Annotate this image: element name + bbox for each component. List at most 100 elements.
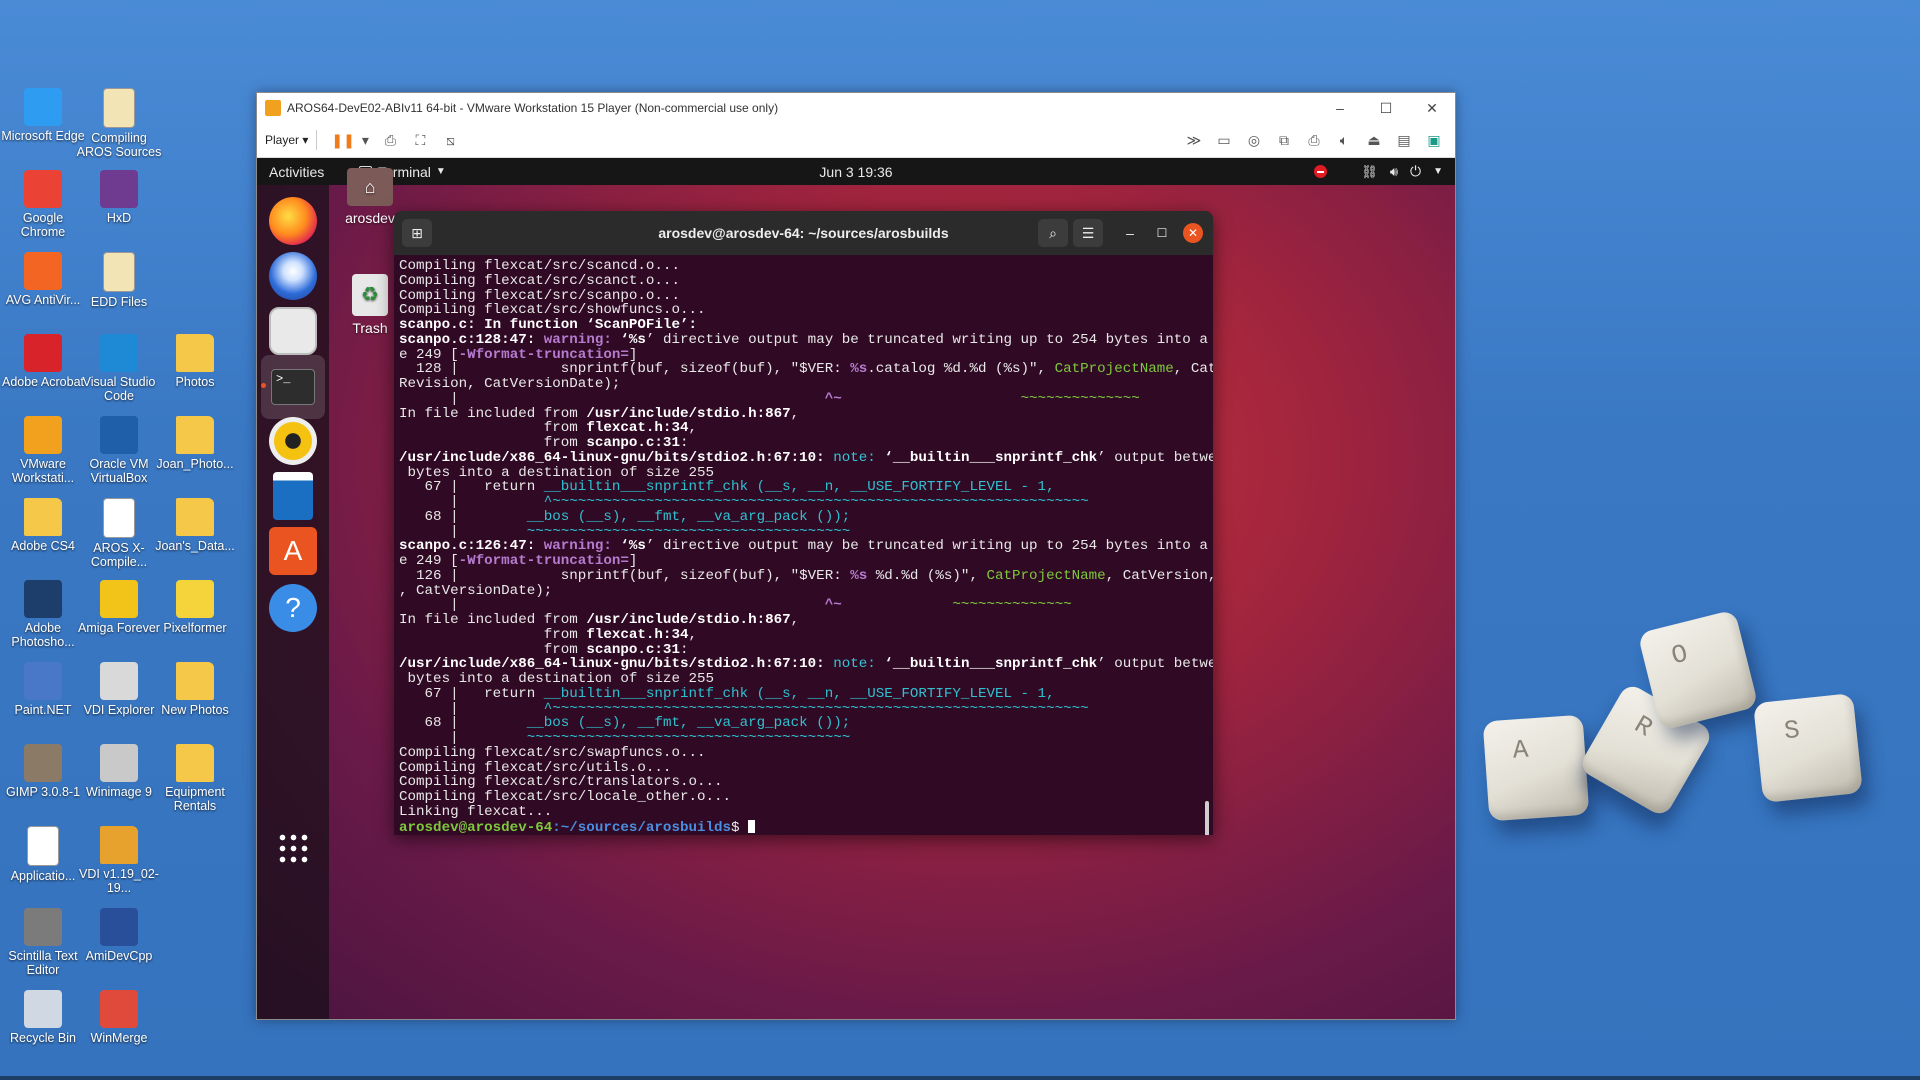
terminal-line: | ^~~~~~~~~~~~~~~~~~~~~~~~~~~~~~~~~~~~~~… — [399, 495, 1213, 510]
unity-icon[interactable]: ⧅ — [441, 132, 459, 148]
desktop-icon[interactable]: VDI v1.19_02-19... — [76, 826, 162, 895]
desktop-icon[interactable]: Amiga Forever — [76, 580, 162, 635]
desktop-icon[interactable]: HxD — [76, 170, 162, 225]
close-button[interactable]: ✕ — [1409, 100, 1455, 117]
desktop-icon[interactable]: Recycle Bin — [0, 990, 86, 1045]
desktop-icon[interactable]: Visual Studio Code — [76, 334, 162, 403]
send-ctrl-alt-del-icon[interactable]: ⎙ — [381, 132, 399, 148]
close-button[interactable]: ✕ — [1183, 223, 1203, 243]
rhythmbox-icon[interactable] — [269, 417, 317, 465]
desktop-icon[interactable]: AVG AntiVir... — [0, 252, 86, 307]
desktop-icon[interactable]: Microsoft Edge — [0, 88, 86, 143]
power-icon[interactable]: ⏻ — [1410, 163, 1421, 180]
acrobat-icon — [24, 334, 62, 372]
desktop-icon[interactable]: Pixelformer — [152, 580, 238, 635]
terminal-output[interactable]: Compiling flexcat/src/scancd.o... Compili… — [394, 255, 1213, 835]
new-tab-button[interactable]: ⊞ — [402, 219, 432, 247]
terminal-glyph: >_ — [271, 369, 315, 405]
floppy-icon[interactable]: ▤ — [1395, 132, 1413, 148]
desktop-icon[interactable]: Adobe CS4 — [0, 498, 86, 553]
desktop-icon[interactable]: Adobe Photosho... — [0, 580, 86, 649]
desktop-icon-label: VDI Explorer — [83, 703, 155, 717]
desktop-icon[interactable]: Joan_Photo... — [152, 416, 238, 471]
terminal-text: : — [679, 435, 689, 451]
desktop-icon[interactable]: VMware Workstati... — [0, 416, 86, 485]
vmware-titlebar[interactable]: AROS64-DevE02-ABIv11 64-bit - VMware Wor… — [257, 93, 1455, 123]
hard-disk-icon[interactable]: ▭ — [1215, 132, 1233, 148]
network-icon[interactable]: ⛓ — [1361, 164, 1378, 180]
terminal-icon[interactable]: >_ — [261, 355, 325, 419]
desktop-icon[interactable]: Joan's_Data... — [152, 498, 238, 553]
terminal-text: Compiling flexcat/src/scanpo.o... — [399, 287, 680, 304]
sound-card-icon[interactable]: 🔈︎ — [1335, 132, 1353, 148]
network-adapter-icon[interactable]: ⧉ — [1275, 132, 1293, 148]
vmware-logo-icon — [265, 100, 281, 116]
vmware-window[interactable]: AROS64-DevE02-ABIv11 64-bit - VMware Wor… — [256, 92, 1456, 1020]
help-icon[interactable]: ? — [269, 584, 317, 632]
desktop-icon[interactable]: Oracle VM VirtualBox — [76, 416, 162, 485]
maximize-button[interactable]: ☐ — [1363, 100, 1409, 117]
desktop-icon[interactable]: Paint.NET — [0, 662, 86, 717]
terminal-text: | — [399, 730, 527, 746]
maximize-button[interactable]: ☐ — [1151, 226, 1173, 240]
desktop-icon[interactable]: Applicatio... — [0, 826, 86, 883]
cd-drive-icon[interactable]: ◎ — [1245, 132, 1263, 148]
terminal-text: Compiling flexcat/src/swapfuncs.o... — [399, 744, 706, 761]
search-icon[interactable]: ⌕ — [1038, 219, 1068, 247]
terminal-text: ‘ScanPOFile’ — [586, 317, 689, 333]
desktop-icon[interactable]: Winimage 9 — [76, 744, 162, 799]
desktop-icon[interactable]: Equipment Rentals — [152, 744, 238, 813]
printer-icon[interactable]: ⎙ — [1305, 132, 1323, 148]
terminal-line: Compiling flexcat/src/translators.o... — [399, 775, 1213, 790]
more-devices-icon[interactable]: ≫ — [1185, 132, 1203, 148]
libreoffice-writer-icon[interactable] — [273, 472, 313, 520]
hamburger-menu-icon[interactable]: ☰ — [1073, 219, 1103, 247]
ubuntu-guest-screen[interactable]: Activities Terminal ▼ Jun 3 19:36 ⛓ 🔊︎ ⏻… — [257, 158, 1455, 1019]
desktop-icon[interactable]: WinMerge — [76, 990, 162, 1045]
desktop-icon[interactable]: Photos — [152, 334, 238, 389]
desktop-icon[interactable]: Google Chrome — [0, 170, 86, 239]
terminal-text: %s — [850, 361, 868, 378]
desktop-icon[interactable]: Adobe Acrobat — [0, 334, 86, 389]
desktop-icon[interactable]: Compiling AROS Sources — [76, 88, 162, 159]
thunderbird-icon[interactable] — [269, 252, 317, 300]
desktop-icon[interactable]: Scintilla Text Editor — [0, 908, 86, 977]
desktop-icon-label: Winimage 9 — [86, 785, 152, 799]
desktop-icon[interactable]: AROS X-Compile... — [76, 498, 162, 569]
desktop-icon[interactable]: EDD Files — [76, 252, 162, 309]
volume-icon[interactable]: 🔊︎ — [1390, 164, 1398, 180]
desktop-icon[interactable]: New Photos — [152, 662, 238, 717]
prompt-symbol: $ — [731, 819, 749, 835]
desktop-icon[interactable]: VDI Explorer — [76, 662, 162, 717]
usb-device-icon[interactable]: ⏏ — [1365, 132, 1383, 148]
pause-icon[interactable]: ❚❚ — [331, 132, 354, 148]
firefox-icon[interactable] — [269, 197, 317, 245]
player-menu[interactable]: Player ▾ — [265, 133, 308, 147]
desktop-icon-label: VDI v1.19_02-19... — [79, 867, 159, 895]
do-not-disturb-icon[interactable] — [1314, 165, 1328, 178]
fullscreen-icon[interactable]: ⛶ — [411, 132, 429, 148]
minimize-button[interactable]: – — [1317, 100, 1363, 117]
files-icon[interactable] — [269, 307, 317, 355]
terminal-text: ^~~~~~~~~~~~~~~~~~~~~~~~~~~~~~~~~~~~~~~~… — [543, 494, 1089, 510]
chevron-down-icon[interactable]: ▼ — [1433, 166, 1443, 177]
software-center-icon[interactable]: A — [269, 527, 317, 575]
terminal-prompt[interactable]: arosdev@arosdev-64:~/sources/arosbuilds$ — [399, 819, 1213, 835]
messages-icon[interactable]: ▣ — [1425, 132, 1443, 148]
desktop-icon[interactable]: AmiDevCpp — [76, 908, 162, 963]
terminal-text: note: — [833, 656, 885, 673]
system-tray[interactable]: ⛓ 🔊︎ ⏻ ▼ — [1314, 163, 1455, 180]
show-applications-icon[interactable] — [277, 832, 309, 864]
terminal-text: | — [399, 494, 544, 510]
desktop-icon-label: Visual Studio Code — [82, 375, 156, 403]
ubuntu-dock: >_ A ? — [257, 185, 329, 1019]
terminal-line: scanpo.c:128:47: warning: ‘%s’ directive… — [399, 332, 1213, 348]
terminal-scrollbar[interactable] — [1205, 801, 1209, 835]
minimize-button[interactable]: – — [1119, 225, 1141, 241]
desktop-icon-label: AVG AntiVir... — [5, 293, 81, 307]
terminal-line: | ^~ ~~~~~~~~~~~~~~ — [399, 391, 1213, 407]
terminal-window[interactable]: ⊞ arosdev@arosdev-64: ~/sources/arosbuil… — [394, 211, 1213, 835]
terminal-headerbar[interactable]: ⊞ arosdev@arosdev-64: ~/sources/arosbuil… — [394, 211, 1213, 255]
chevron-down-icon[interactable]: ▾ — [361, 132, 369, 148]
desktop-icon[interactable]: GIMP 3.0.8-1 — [0, 744, 86, 799]
